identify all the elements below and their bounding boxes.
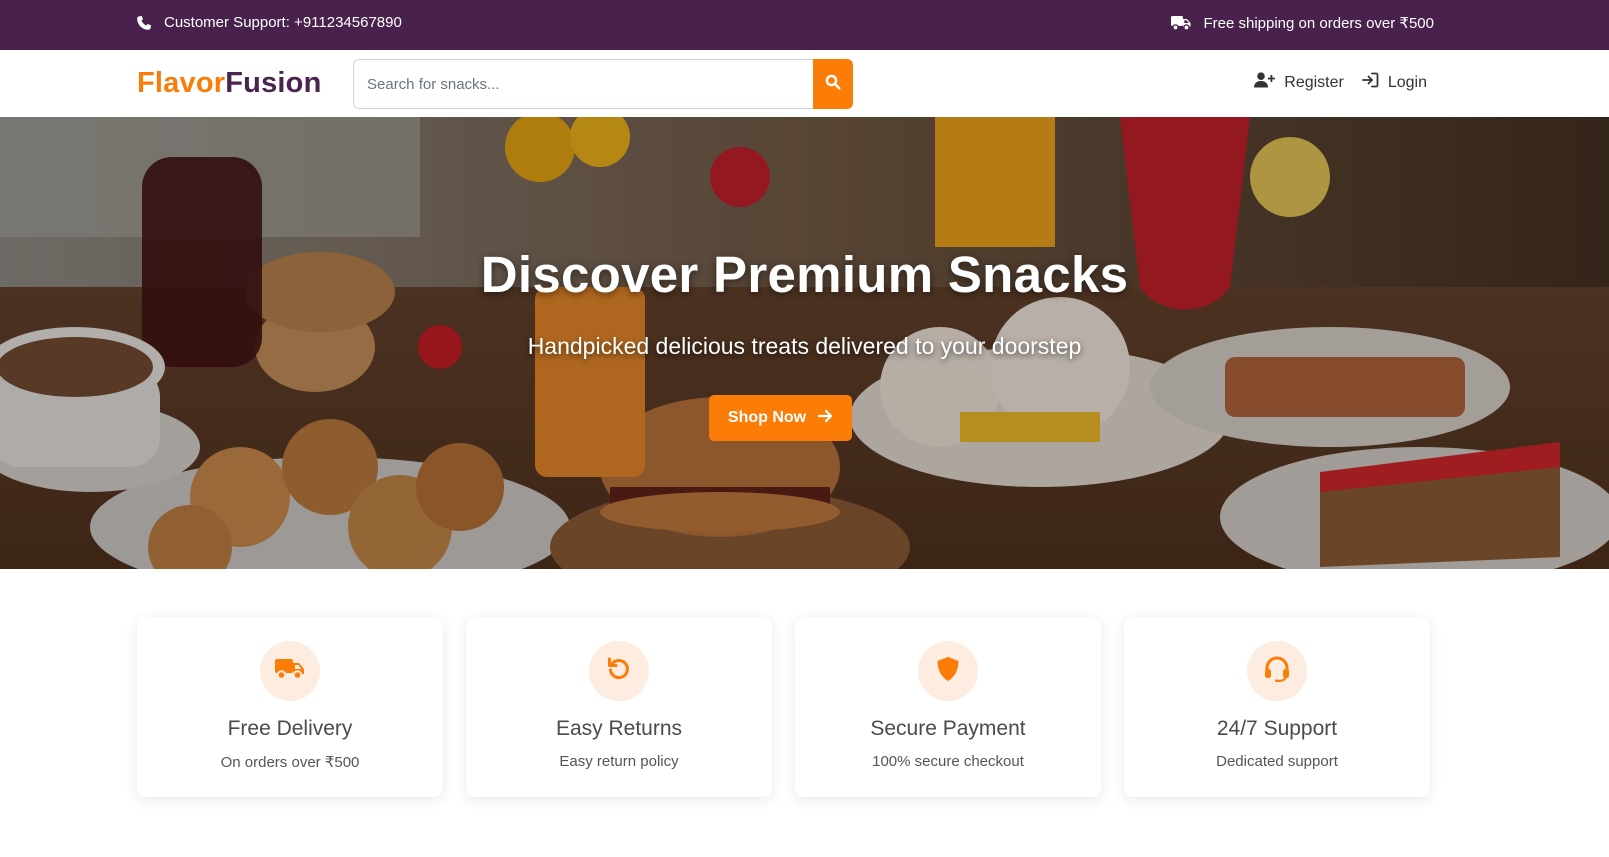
feature-card-secure-payment: Secure Payment 100% secure checkout	[795, 617, 1101, 797]
truck-icon	[1171, 15, 1191, 31]
feature-description: Easy return policy	[559, 753, 679, 770]
search-input[interactable]	[353, 59, 813, 109]
brand-logo[interactable]: FlavorFusion	[137, 67, 321, 100]
undo-icon	[606, 656, 632, 687]
feature-icon-circle	[589, 641, 649, 701]
shop-now-label: Shop Now	[727, 409, 807, 426]
feature-description: On orders over ₹500	[220, 754, 360, 771]
feature-icon-circle	[1247, 641, 1307, 701]
user-plus-icon	[1254, 72, 1276, 93]
feature-card-easy-returns: Easy Returns Easy return policy	[466, 617, 772, 797]
top-bar: Customer Support: +911234567890 Free shi…	[0, 0, 1609, 50]
login-link[interactable]: Login	[1361, 72, 1427, 93]
search-bar	[353, 59, 853, 109]
feature-title: 24/7 Support	[1216, 717, 1338, 740]
shop-now-button[interactable]: Shop Now	[709, 395, 852, 441]
hero-title: Discover Premium Snacks	[480, 246, 1129, 303]
feature-icon-circle	[918, 641, 978, 701]
search-button[interactable]	[813, 59, 853, 109]
truck-icon	[275, 657, 305, 686]
shipping-text: Free shipping on orders over ₹500	[1203, 15, 1434, 32]
features-section: Free Delivery On orders over ₹500 Easy R…	[137, 617, 1433, 797]
register-link[interactable]: Register	[1254, 72, 1344, 93]
logo-part-fusion: Fusion	[225, 67, 322, 99]
logo-part-flavor: Flavor	[137, 67, 226, 99]
main-header: FlavorFusion Register Login	[0, 50, 1609, 117]
search-icon	[825, 74, 841, 95]
shield-icon	[936, 656, 960, 687]
support-info: Customer Support: +911234567890	[136, 14, 402, 31]
login-label: Login	[1387, 73, 1427, 91]
auth-links: Register Login	[1254, 72, 1427, 93]
shipping-info: Free shipping on orders over ₹500	[1171, 14, 1434, 32]
phone-icon	[136, 15, 152, 31]
register-label: Register	[1284, 73, 1344, 91]
feature-title: Secure Payment	[870, 717, 1026, 740]
feature-card-support: 24/7 Support Dedicated support	[1124, 617, 1430, 797]
hero-banner: Discover Premium Snacks Handpicked delic…	[0, 117, 1609, 569]
feature-title: Free Delivery	[227, 717, 353, 740]
feature-description: Dedicated support	[1216, 753, 1338, 770]
feature-description: 100% secure checkout	[872, 753, 1024, 770]
arrow-right-icon	[818, 409, 833, 428]
feature-icon-circle	[260, 641, 320, 701]
sign-in-icon	[1361, 72, 1379, 93]
feature-card-free-delivery: Free Delivery On orders over ₹500	[137, 617, 443, 797]
hero-subtitle: Handpicked delicious treats delivered to…	[527, 333, 1082, 359]
support-phone-text[interactable]: Customer Support: +911234567890	[164, 14, 402, 31]
feature-title: Easy Returns	[555, 717, 683, 740]
headset-icon	[1263, 656, 1291, 687]
